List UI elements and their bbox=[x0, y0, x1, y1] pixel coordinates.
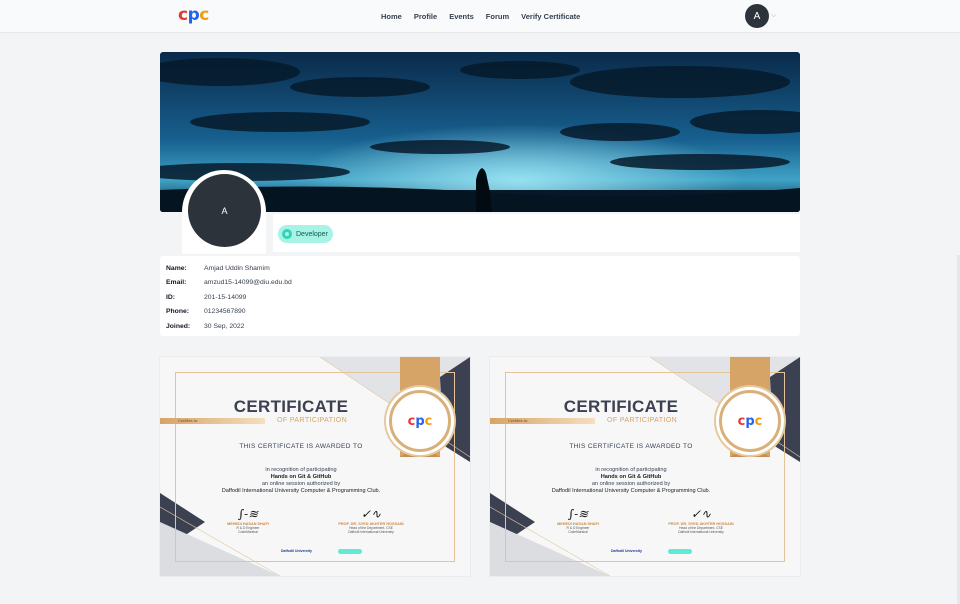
seal-letter-c2: c bbox=[424, 413, 433, 429]
awarded-text: THIS CERTIFICATE IS AWARDED TO bbox=[239, 443, 363, 450]
signature-block-1: ∫‑≋ MEHEDI HASAN SHAFI R & D Engineer Co… bbox=[203, 507, 293, 534]
chevron-down-icon[interactable]: ⌵ bbox=[771, 12, 776, 20]
recognition-text: in recognition of participating bbox=[265, 467, 337, 473]
info-label: Joined: bbox=[166, 322, 191, 330]
nav-link-profile[interactable]: Profile bbox=[414, 12, 437, 21]
certify-bar: Certifies to: bbox=[490, 418, 595, 424]
certificate-card[interactable]: c p c CERTIFICATE Certifies to: OF PARTI… bbox=[490, 357, 800, 576]
info-row-name: Name: Amjad Uddin Shamim bbox=[166, 262, 270, 274]
certify-label: Certifies to: bbox=[178, 418, 199, 423]
signer-org: Daffodil International University bbox=[348, 530, 394, 534]
signature-1: ∫‑≋ bbox=[237, 507, 259, 521]
info-value: 01234567890 bbox=[204, 307, 246, 315]
top-navbar: c p c Home Profile Events Forum Verify C… bbox=[0, 0, 960, 33]
profile-avatar: A bbox=[188, 174, 261, 247]
authorized-text: an online session authorized by bbox=[591, 481, 671, 487]
logo-letter-p: p bbox=[187, 5, 200, 25]
cpc-logo[interactable]: c p c bbox=[178, 5, 209, 25]
logo-letter-c1: c bbox=[178, 5, 188, 25]
info-value: amzud15-14099@diu.edu.bd bbox=[204, 278, 292, 286]
info-value: 30 Sep, 2022 bbox=[204, 322, 245, 330]
event-name: Hands on Git & GitHub bbox=[270, 474, 332, 480]
info-row-id: ID: 201-15-14099 bbox=[166, 291, 246, 303]
daffodil-logo: Daffodil University bbox=[611, 549, 642, 553]
signature-block-2: ✓∿ PROF. DR. SYED AKHTER HOSSAIN Head of… bbox=[326, 507, 416, 534]
sponsor-logos: Daffodil University bbox=[611, 547, 692, 555]
signature-block-2: ✓∿ PROF. DR. SYED AKHTER HOSSAIN Head of… bbox=[656, 507, 746, 534]
nav-links: Home Profile Events Forum Verify Certifi… bbox=[381, 12, 592, 21]
certificate-title: CERTIFICATE bbox=[233, 397, 349, 416]
signature-1: ∫‑≋ bbox=[567, 507, 589, 521]
awarded-text: THIS CERTIFICATE IS AWARDED TO bbox=[569, 443, 693, 450]
nav-link-home[interactable]: Home bbox=[381, 12, 402, 21]
organization-name: Daffodil International University Comput… bbox=[551, 488, 711, 494]
signature-2: ✓∿ bbox=[360, 507, 382, 521]
certificate-subtitle: OF PARTICIPATION bbox=[277, 417, 348, 424]
info-row-email: Email: amzud15-14099@diu.edu.bd bbox=[166, 276, 292, 288]
event-name: Hands on Git & GitHub bbox=[600, 474, 662, 480]
info-row-phone: Phone: 01234567890 bbox=[166, 305, 246, 317]
info-label: ID: bbox=[166, 293, 176, 301]
nav-link-verify-certificate[interactable]: Verify Certificate bbox=[521, 12, 580, 21]
certify-label: Certifies to: bbox=[508, 418, 529, 423]
info-row-joined: Joined: 30 Sep, 2022 bbox=[166, 320, 244, 332]
signature-block-1: ∫‑≋ MEHEDI HASAN SHAFI R & D Engineer Co… bbox=[533, 507, 623, 534]
nav-link-events[interactable]: Events bbox=[449, 12, 474, 21]
role-strip bbox=[273, 214, 800, 252]
certificate-card[interactable]: c p c CERTIFICATE Certifies to: OF PARTI… bbox=[160, 357, 470, 576]
info-value: Amjad Uddin Shamim bbox=[204, 264, 270, 272]
codemarshal-logo bbox=[667, 548, 692, 554]
nav-link-forum[interactable]: Forum bbox=[486, 12, 509, 21]
signature-2: ✓∿ bbox=[690, 507, 712, 521]
authorized-text: an online session authorized by bbox=[261, 481, 341, 487]
daffodil-logo: Daffodil University bbox=[281, 549, 312, 553]
profile-info-card: Name: Amjad Uddin Shamim Email: amzud15-… bbox=[160, 256, 800, 336]
signer-org: CodeMarshal bbox=[238, 530, 258, 534]
signer-org: Daffodil International University bbox=[678, 530, 724, 534]
sponsor-logos: Daffodil University bbox=[281, 547, 362, 555]
info-label: Name: bbox=[166, 264, 187, 272]
role-label: Developer bbox=[296, 230, 328, 238]
developer-icon bbox=[282, 229, 292, 239]
seal-letter-c2: c bbox=[754, 413, 763, 429]
recognition-text: in recognition of participating bbox=[595, 467, 667, 473]
info-value: 201-15-14099 bbox=[204, 293, 247, 301]
codemarshal-logo bbox=[337, 548, 362, 554]
organization-name: Daffodil International University Comput… bbox=[221, 488, 381, 494]
logo-letter-c2: c bbox=[199, 5, 209, 25]
certificate-subtitle: OF PARTICIPATION bbox=[607, 417, 678, 424]
info-label: Email: bbox=[166, 278, 187, 286]
certificate-title: CERTIFICATE bbox=[563, 397, 679, 416]
certify-bar: Certifies to: bbox=[160, 418, 265, 424]
user-avatar-button[interactable]: A bbox=[745, 4, 769, 28]
info-label: Phone: bbox=[166, 307, 190, 315]
signer-org: CodeMarshal bbox=[568, 530, 588, 534]
role-badge: Developer bbox=[278, 225, 333, 243]
